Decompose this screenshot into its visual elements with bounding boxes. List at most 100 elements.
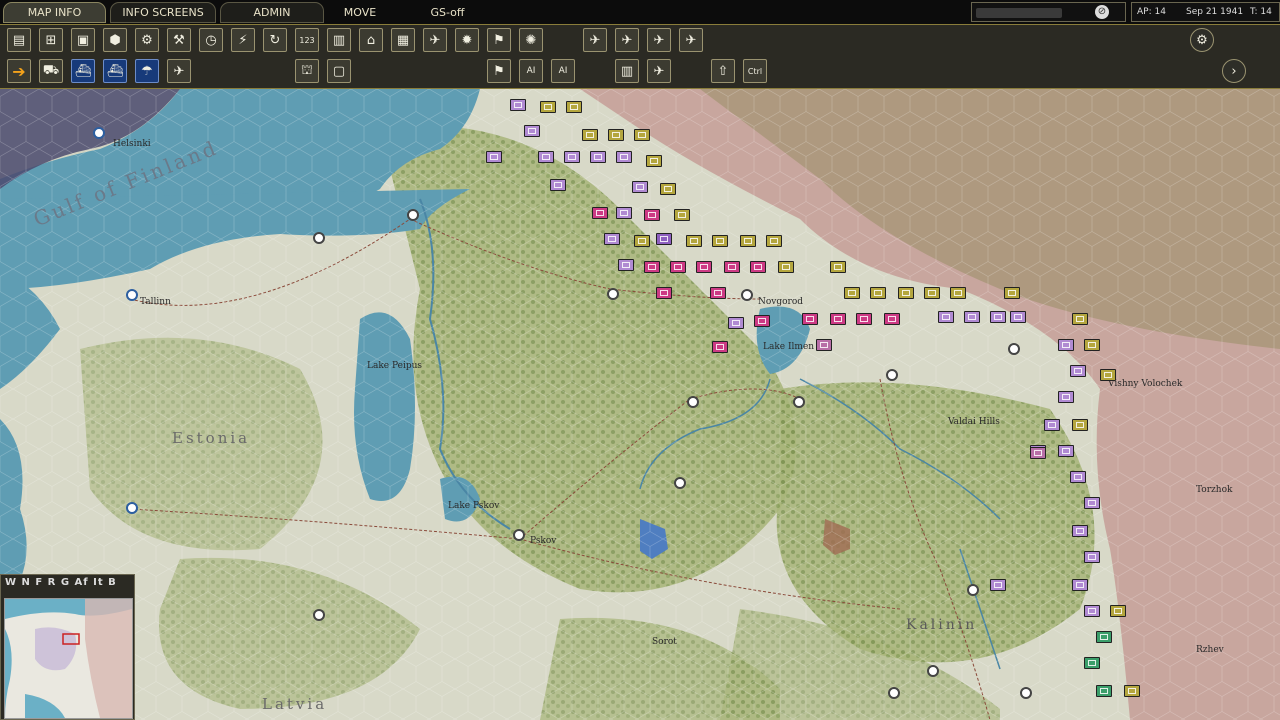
unit-allied[interactable] <box>740 235 756 247</box>
unit-german[interactable] <box>1084 551 1100 563</box>
city-kholm[interactable] <box>674 477 686 489</box>
city-novgorod[interactable] <box>741 289 753 301</box>
chart-icon[interactable]: ▥ <box>327 28 351 52</box>
city-narva[interactable] <box>407 209 419 221</box>
document-icon[interactable]: ▣ <box>71 28 95 52</box>
unit-german[interactable] <box>1058 445 1074 457</box>
unit-soviet[interactable] <box>644 209 660 221</box>
unit-soviet[interactable] <box>710 287 726 299</box>
unit-german[interactable] <box>618 259 634 271</box>
minimap[interactable] <box>4 598 133 719</box>
refresh-icon[interactable]: ↻ <box>263 28 287 52</box>
frame-icon[interactable]: ▢ <box>327 59 351 83</box>
city-kalinin[interactable] <box>1020 687 1032 699</box>
unit-allied[interactable] <box>778 261 794 273</box>
explosion-icon[interactable]: ✺ <box>519 28 543 52</box>
unit-allied[interactable] <box>712 235 728 247</box>
unit-german[interactable] <box>938 311 954 323</box>
supply-icon[interactable]: ⬢ <box>103 28 127 52</box>
unit-soviet[interactable] <box>802 313 818 325</box>
unit-soviet[interactable] <box>670 261 686 273</box>
unit-german[interactable] <box>990 579 1006 591</box>
city-ostashkov[interactable] <box>967 584 979 596</box>
air-recon-icon[interactable]: ✈ <box>679 28 703 52</box>
ctrl-key-button[interactable]: Ctrl <box>743 59 767 83</box>
unit-soviet[interactable] <box>724 261 740 273</box>
city-pskov[interactable] <box>513 529 525 541</box>
unit-allied[interactable] <box>924 287 940 299</box>
air-unit-icon[interactable]: ✈ <box>423 28 447 52</box>
unit-allied[interactable] <box>870 287 886 299</box>
unit-german[interactable] <box>1070 365 1086 377</box>
unit-german[interactable] <box>1010 311 1026 323</box>
clock-icon[interactable]: ◷ <box>199 28 223 52</box>
unit-allied[interactable] <box>1084 339 1100 351</box>
factory-icon[interactable]: ⌂ <box>359 28 383 52</box>
unit-allied[interactable] <box>674 209 690 221</box>
flag-marker-icon[interactable]: ⚑ <box>487 59 511 83</box>
unit-allied[interactable] <box>1004 287 1020 299</box>
unit-german[interactable] <box>964 311 980 323</box>
unit-allied[interactable] <box>646 155 662 167</box>
unit-soviet[interactable] <box>656 287 672 299</box>
unit-german[interactable] <box>550 179 566 191</box>
unit-german[interactable] <box>1058 391 1074 403</box>
unit-allied[interactable] <box>634 235 650 247</box>
unit-german[interactable] <box>1072 579 1088 591</box>
paratrooper-icon[interactable]: ☂ <box>135 59 159 83</box>
ship-icon[interactable]: ⛴ <box>71 59 95 83</box>
unit-german[interactable] <box>1084 605 1100 617</box>
unit-allied[interactable] <box>608 129 624 141</box>
unit-soviet[interactable] <box>712 341 728 353</box>
unit-german[interactable] <box>590 151 606 163</box>
unit-green[interactable] <box>1096 685 1112 697</box>
air-bomb-icon[interactable]: ✈ <box>647 28 671 52</box>
unit-soviet[interactable] <box>696 261 712 273</box>
fortification-icon[interactable]: ▥ <box>615 59 639 83</box>
unit-allied[interactable] <box>844 287 860 299</box>
bomber-icon[interactable]: ✹ <box>455 28 479 52</box>
radio-icon[interactable]: ⚡ <box>231 28 255 52</box>
new-report-icon[interactable]: ⊞ <box>39 28 63 52</box>
unit-allied[interactable] <box>686 235 702 247</box>
unit-allied[interactable] <box>1124 685 1140 697</box>
air-mission-icon[interactable]: ✈ <box>647 59 671 83</box>
unit-german[interactable] <box>1084 497 1100 509</box>
unit-allied[interactable] <box>540 101 556 113</box>
unit-german[interactable] <box>524 125 540 137</box>
unit-german[interactable] <box>1044 419 1060 431</box>
settings-icon[interactable]: ⚙ <box>1190 28 1214 52</box>
unit-allied[interactable] <box>660 183 676 195</box>
ai-toggle-icon[interactable]: AI <box>551 59 575 83</box>
unit-german[interactable] <box>616 151 632 163</box>
search-icon[interactable]: ⊘ <box>1095 5 1109 19</box>
unit-german[interactable] <box>1072 525 1088 537</box>
city-demyansk[interactable] <box>793 396 805 408</box>
unit-german[interactable] <box>538 151 554 163</box>
rail-icon[interactable]: ⚒ <box>167 28 191 52</box>
unit-soviet[interactable] <box>754 315 770 327</box>
city-parnu[interactable] <box>126 502 138 514</box>
search-box[interactable]: ⊘ <box>971 2 1126 22</box>
game-map[interactable]: Gulf of Finland Estonia Latvia Kalinin V… <box>0 89 1280 720</box>
unit-german[interactable] <box>632 181 648 193</box>
unit-allied[interactable] <box>1100 369 1116 381</box>
counter-123-icon[interactable]: 123 <box>295 28 319 52</box>
building-icon[interactable]: ▦ <box>391 28 415 52</box>
unit-allied[interactable] <box>766 235 782 247</box>
shift-key-icon[interactable]: ⇧ <box>711 59 735 83</box>
city-valga[interactable] <box>313 609 325 621</box>
unit-german[interactable] <box>564 151 580 163</box>
minimap-filter-tabs[interactable]: W N F R G Af It B <box>5 577 117 588</box>
unit-german-hq[interactable] <box>656 233 672 245</box>
unit-soviet[interactable] <box>592 207 608 219</box>
unit-allied[interactable] <box>1072 419 1088 431</box>
city-luga[interactable] <box>607 288 619 300</box>
unit-german[interactable] <box>510 99 526 111</box>
unit-green[interactable] <box>1096 631 1112 643</box>
unit-german[interactable] <box>616 207 632 219</box>
tab-admin[interactable]: ADMIN <box>220 2 324 23</box>
unit-soviet[interactable] <box>1030 447 1046 459</box>
unit-german[interactable] <box>486 151 502 163</box>
arrow-right-icon[interactable]: ➔ <box>7 59 31 83</box>
